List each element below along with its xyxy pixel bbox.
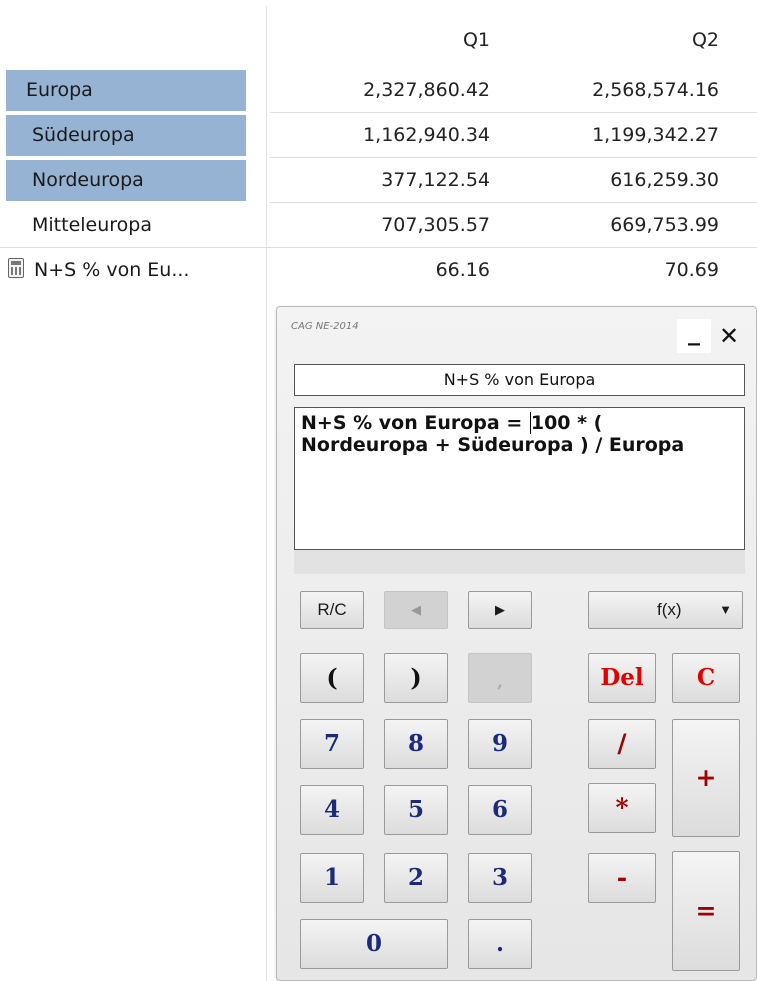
column-header-q2[interactable]: Q2 <box>500 0 719 68</box>
digit-6-button[interactable]: 6 <box>468 785 532 835</box>
cell-q1[interactable]: 1,162,940.34 <box>300 113 490 158</box>
cell-q2[interactable]: 70.69 <box>500 248 719 293</box>
digit-9-button[interactable]: 9 <box>468 719 532 769</box>
panel-brand: CAG NE-2014 <box>291 321 359 332</box>
function-dropdown-label: f(x) <box>657 600 682 619</box>
minimize-button[interactable]: _ <box>677 319 711 353</box>
cell-q2[interactable]: 616,259.30 <box>500 158 719 203</box>
column-header-q1[interactable]: Q1 <box>300 0 490 68</box>
row-label-suedeuropa[interactable]: Südeuropa <box>6 115 246 156</box>
member-name-field[interactable]: N+S % von Europa <box>294 364 745 396</box>
cell-q1[interactable]: 66.16 <box>300 248 490 293</box>
divide-button[interactable]: / <box>588 719 656 769</box>
digit-8-button[interactable]: 8 <box>384 719 448 769</box>
cursor-left-button[interactable]: ◀ <box>384 591 448 629</box>
table-row[interactable]: Mitteleuropa 707,305.57 669,753.99 <box>0 203 757 248</box>
table-row[interactable]: Südeuropa 1,162,940.34 1,199,342.27 <box>0 113 757 158</box>
digit-3-button[interactable]: 3 <box>468 853 532 903</box>
digit-2-button[interactable]: 2 <box>384 853 448 903</box>
chevron-down-icon: ▼ <box>719 602 732 617</box>
clear-button[interactable]: C <box>672 653 740 703</box>
equals-button[interactable]: = <box>672 851 740 971</box>
digit-7-button[interactable]: 7 <box>300 719 364 769</box>
formula-editor[interactable]: N+S % von Europa = 100 * ( Nordeuropa + … <box>294 407 745 550</box>
formula-scrollbar[interactable] <box>294 550 745 574</box>
multiply-button[interactable]: * <box>588 783 656 833</box>
function-dropdown[interactable]: f(x) ▼ <box>588 591 743 629</box>
table-row[interactable]: Europa 2,327,860.42 2,568,574.16 <box>0 68 757 113</box>
formula-text-part2: 100 * ( <box>530 412 603 434</box>
digit-4-button[interactable]: 4 <box>300 785 364 835</box>
digit-5-button[interactable]: 5 <box>384 785 448 835</box>
calculated-member-label: N+S % von Eu... <box>34 259 190 281</box>
close-button[interactable]: ✕ <box>712 319 746 353</box>
comma-button[interactable]: , <box>468 653 532 703</box>
cell-q2[interactable]: 669,753.99 <box>500 203 719 248</box>
cell-q1[interactable]: 377,122.54 <box>300 158 490 203</box>
digit-0-button[interactable]: 0 <box>300 919 448 969</box>
grid-header: Q1 Q2 <box>0 0 757 68</box>
cell-q1[interactable]: 707,305.57 <box>300 203 490 248</box>
reset-clear-button[interactable]: R/C <box>300 591 364 629</box>
table-row[interactable]: Nordeuropa 377,122.54 616,259.30 <box>0 158 757 203</box>
table-row[interactable]: N+S % von Eu... 66.16 70.69 <box>0 248 757 293</box>
decimal-point-button[interactable]: . <box>468 919 532 969</box>
delete-button[interactable]: Del <box>588 653 656 703</box>
row-label-nordeuropa[interactable]: Nordeuropa <box>6 160 246 201</box>
cell-q2[interactable]: 1,199,342.27 <box>500 113 719 158</box>
cell-q1[interactable]: 2,327,860.42 <box>300 68 490 113</box>
formula-text-line2: Nordeuropa + Südeuropa ) / Europa <box>301 434 685 456</box>
minus-button[interactable]: - <box>588 853 656 903</box>
calculator-icon <box>8 258 24 278</box>
calculated-member-editor[interactable]: CAG NE-2014 _ ✕ N+S % von Europa N+S % v… <box>276 306 757 981</box>
cell-q2[interactable]: 2,568,574.16 <box>500 68 719 113</box>
plus-button[interactable]: + <box>672 719 740 837</box>
formula-text-part1: N+S % von Europa = <box>301 412 529 434</box>
right-paren-button[interactable]: ) <box>384 653 448 703</box>
row-label-mitteleuropa[interactable]: Mitteleuropa <box>6 205 246 246</box>
left-paren-button[interactable]: ( <box>300 653 364 703</box>
cursor-right-button[interactable]: ▶ <box>468 591 532 629</box>
row-label-europa[interactable]: Europa <box>6 70 246 111</box>
row-label-calculated[interactable]: N+S % von Eu... <box>0 250 240 291</box>
digit-1-button[interactable]: 1 <box>300 853 364 903</box>
